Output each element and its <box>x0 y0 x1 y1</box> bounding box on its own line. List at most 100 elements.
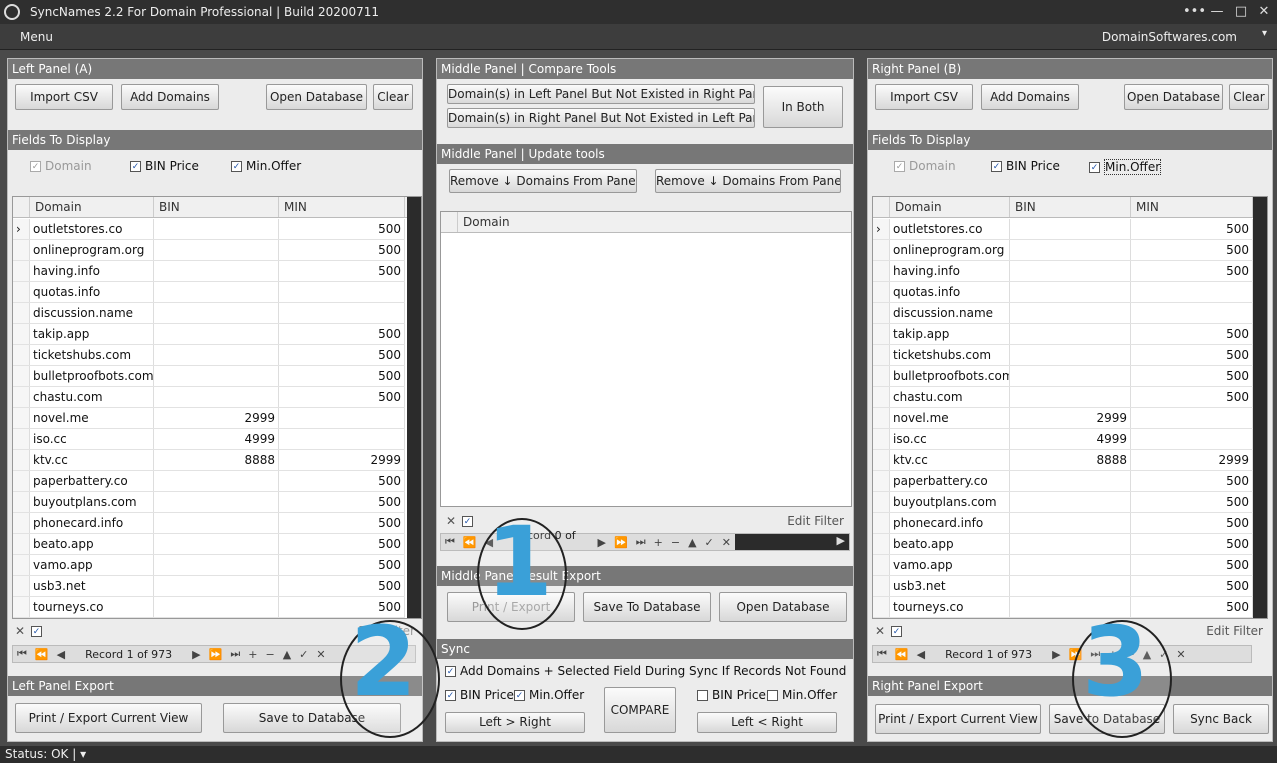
table-row[interactable]: iso.cc 4999 <box>13 429 405 450</box>
table-row[interactable]: vamo.app 500 <box>873 555 1253 576</box>
cell-min[interactable]: 500 <box>279 219 405 239</box>
cell-bin[interactable]: 4999 <box>154 429 279 449</box>
table-row[interactable]: takip.app 500 <box>873 324 1253 345</box>
cell-min[interactable]: 500 <box>279 387 405 407</box>
table-row[interactable]: iso.cc 4999 <box>873 429 1253 450</box>
cell-min[interactable] <box>1131 429 1253 449</box>
right-col-domain[interactable]: Domain <box>890 197 1010 217</box>
site-link[interactable]: DomainSoftwares.com <box>1102 30 1237 44</box>
row-selector[interactable] <box>13 240 30 260</box>
cell-bin[interactable] <box>1010 282 1131 302</box>
more-options-icon[interactable]: ••• <box>1183 4 1206 19</box>
row-selector[interactable] <box>873 387 890 407</box>
table-row[interactable]: having.info 500 <box>13 261 405 282</box>
middle-save-database-button[interactable]: Save To Database <box>583 592 711 622</box>
cell-min[interactable]: 500 <box>279 513 405 533</box>
row-selector[interactable] <box>873 492 890 512</box>
cell-bin[interactable] <box>154 471 279 491</box>
cell-domain[interactable]: beato.app <box>890 534 1010 554</box>
sync-left-to-right-button[interactable]: Left > Right <box>445 712 585 733</box>
table-row[interactable]: discussion.name <box>13 303 405 324</box>
cell-domain[interactable]: onlineprogram.org <box>890 240 1010 260</box>
cell-domain[interactable]: quotas.info <box>30 282 154 302</box>
row-selector[interactable] <box>13 366 30 386</box>
cell-min[interactable]: 2999 <box>279 450 405 470</box>
cell-domain[interactable]: ktv.cc <box>30 450 154 470</box>
cell-min[interactable]: 500 <box>1131 492 1253 512</box>
table-row[interactable]: beato.app 500 <box>873 534 1253 555</box>
cell-bin[interactable] <box>154 303 279 323</box>
table-row[interactable]: ktv.cc 8888 2999 <box>13 450 405 471</box>
row-selector[interactable] <box>13 471 30 491</box>
table-row[interactable]: takip.app 500 <box>13 324 405 345</box>
left-col-min[interactable]: MIN <box>279 197 405 217</box>
cell-min[interactable]: 500 <box>1131 219 1253 239</box>
cell-bin[interactable]: 2999 <box>154 408 279 428</box>
table-row[interactable]: having.info 500 <box>873 261 1253 282</box>
table-row[interactable]: buyoutplans.com 500 <box>873 492 1253 513</box>
right-bin-checkbox[interactable]: ✓ BIN Price <box>991 159 1060 173</box>
table-row[interactable]: phonecard.info 500 <box>13 513 405 534</box>
sync-right-to-left-button[interactable]: Left < Right <box>697 712 837 733</box>
row-selector[interactable] <box>873 408 890 428</box>
dropdown-arrow-icon[interactable]: ▾ <box>1262 28 1267 39</box>
cell-min[interactable]: 500 <box>279 345 405 365</box>
cell-min[interactable]: 500 <box>1131 261 1253 281</box>
cell-domain[interactable]: ticketshubs.com <box>30 345 154 365</box>
cell-min[interactable] <box>1131 408 1253 428</box>
row-selector[interactable] <box>13 597 30 617</box>
table-row[interactable]: ticketshubs.com 500 <box>873 345 1253 366</box>
left-col-bin[interactable]: BIN <box>154 197 279 217</box>
left-bin-checkbox[interactable]: ✓ BIN Price <box>130 159 199 173</box>
cell-min[interactable]: 500 <box>1131 597 1253 617</box>
cell-min[interactable]: 500 <box>1131 345 1253 365</box>
sync-left-bin-checkbox[interactable]: ✓ BIN Price <box>445 688 514 702</box>
table-row[interactable]: › outletstores.co 500 <box>873 219 1253 240</box>
cell-min[interactable]: 500 <box>279 324 405 344</box>
right-col-bin[interactable]: BIN <box>1010 197 1131 217</box>
sync-add-domains-checkbox[interactable]: ✓ Add Domains + Selected Field During Syn… <box>445 664 846 678</box>
remove-from-a-button[interactable]: Remove ↓ Domains From Panel A <box>449 169 637 193</box>
row-selector[interactable] <box>873 282 890 302</box>
menu-button[interactable]: Menu <box>20 30 53 44</box>
cell-domain[interactable]: novel.me <box>30 408 154 428</box>
cell-domain[interactable]: usb3.net <box>890 576 1010 596</box>
cell-domain[interactable]: ticketshubs.com <box>890 345 1010 365</box>
cell-bin[interactable] <box>1010 219 1131 239</box>
cell-bin[interactable] <box>154 555 279 575</box>
sync-back-button[interactable]: Sync Back <box>1173 704 1269 734</box>
cell-min[interactable] <box>279 282 405 302</box>
in-both-button[interactable]: In Both <box>763 86 843 128</box>
cell-bin[interactable] <box>154 240 279 260</box>
sync-left-min-checkbox[interactable]: ✓ Min.Offer <box>514 688 584 702</box>
cell-bin[interactable] <box>1010 534 1131 554</box>
middle-result-grid[interactable]: Domain <box>440 211 852 507</box>
cell-domain[interactable]: iso.cc <box>30 429 154 449</box>
table-row[interactable]: quotas.info <box>873 282 1253 303</box>
row-selector[interactable] <box>13 429 30 449</box>
row-selector[interactable] <box>873 240 890 260</box>
cell-domain[interactable]: vamo.app <box>890 555 1010 575</box>
not-in-right-button[interactable]: Domain(s) in Left Panel But Not Existed … <box>447 84 755 104</box>
right-edit-filter-link[interactable]: Edit Filter <box>1206 624 1263 638</box>
status-dropdown-icon[interactable]: ▾ <box>80 747 86 761</box>
table-row[interactable]: usb3.net 500 <box>873 576 1253 597</box>
left-domain-grid[interactable]: Domain BIN MIN › outletstores.co 500 online… <box>12 196 422 619</box>
cell-domain[interactable]: quotas.info <box>890 282 1010 302</box>
left-min-checkbox[interactable]: ✓ Min.Offer <box>231 159 301 173</box>
cell-bin[interactable] <box>1010 324 1131 344</box>
table-row[interactable]: ticketshubs.com 500 <box>13 345 405 366</box>
cell-domain[interactable]: chastu.com <box>890 387 1010 407</box>
cell-bin[interactable] <box>1010 387 1131 407</box>
cell-bin[interactable] <box>1010 261 1131 281</box>
table-row[interactable]: paperbattery.co 500 <box>13 471 405 492</box>
right-clear-button[interactable]: Clear <box>1229 84 1269 110</box>
row-selector[interactable] <box>873 303 890 323</box>
middle-edit-filter-link[interactable]: Edit Filter <box>787 514 844 528</box>
cell-domain[interactable]: discussion.name <box>30 303 154 323</box>
cell-min[interactable]: 500 <box>279 366 405 386</box>
table-row[interactable]: usb3.net 500 <box>13 576 405 597</box>
table-row[interactable]: novel.me 2999 <box>13 408 405 429</box>
right-add-domains-button[interactable]: Add Domains <box>981 84 1079 110</box>
cell-min[interactable] <box>279 303 405 323</box>
